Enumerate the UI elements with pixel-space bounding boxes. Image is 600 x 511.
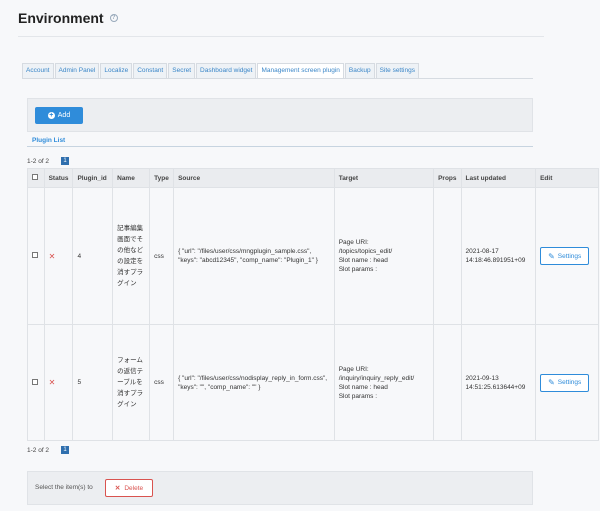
pencil-icon: ✎ [548, 251, 555, 261]
pagination-summary: 1-2 of 2 [27, 157, 50, 165]
tab-constant[interactable]: Constant [133, 63, 168, 78]
select-all-cell [27, 168, 45, 188]
x-icon: ✕ [48, 251, 56, 261]
tabs-divider [22, 78, 533, 79]
col-target[interactable]: Target [333, 168, 435, 188]
pagination-summary: 1-2 of 2 [27, 446, 50, 454]
tab-backup[interactable]: Backup [344, 63, 375, 78]
status-cell: ✕ [43, 324, 74, 441]
tab-account[interactable]: Account [22, 63, 54, 78]
col-source[interactable]: Source [173, 168, 335, 188]
target-slot-params: Slot params : [338, 266, 377, 273]
settings-button[interactable]: ✎ Settings [540, 373, 590, 392]
updated-date: 2021-09-13 [465, 374, 499, 382]
plugin-id-cell: 4 [72, 187, 114, 325]
name-cell: 記事編集画面でその他などの設定を消すプラグイン [112, 187, 151, 325]
col-name[interactable]: Name [112, 168, 151, 188]
page-title: Environment ? [18, 10, 118, 26]
edit-cell: ✎ Settings [535, 187, 599, 325]
x-icon: ✕ [114, 485, 121, 492]
bulk-select-label: Select the item(s) to [35, 484, 93, 491]
row-checkbox[interactable] [32, 252, 38, 258]
pagination-bottom: 1-2 of 2 1 [27, 446, 70, 454]
col-type[interactable]: Type [149, 168, 175, 188]
tab-admin-panel[interactable]: Admin Panel [54, 63, 100, 78]
type-cell: css [149, 324, 175, 441]
help-circle-icon[interactable]: ? [109, 14, 118, 22]
table-row: ✕ 5 フォームの返信テーブルを消すプラグイン css { "url": "/f… [27, 324, 599, 441]
props-cell [433, 187, 462, 325]
col-props[interactable]: Props [433, 168, 462, 188]
plugin-list-heading: Plugin List [27, 133, 533, 147]
settings-button[interactable]: ✎ Settings [540, 247, 590, 265]
tab-dashboard-widget[interactable]: Dashboard widget [196, 63, 257, 78]
target-uri: /topics/topics_edit/ [338, 248, 393, 255]
x-icon: ✕ [48, 378, 56, 387]
row-select-cell [27, 187, 45, 325]
pagination-top: 1-2 of 2 1 [27, 157, 70, 165]
target-slot-name: Slot name : head [338, 383, 388, 391]
plugin-name: フォームの返信テーブルを消すプラグイン [117, 357, 144, 408]
target-uri: /inquiry/inquiry_reply_edit/ [338, 374, 415, 382]
plugin-id-cell: 5 [72, 324, 114, 441]
tab-site-settings[interactable]: Site settings [375, 63, 419, 78]
add-button[interactable]: + Add [35, 107, 83, 124]
tab-localize[interactable]: Localize [100, 63, 133, 78]
plus-circle-icon: + [47, 112, 55, 119]
name-cell: フォームの返信テーブルを消すプラグイン [112, 324, 151, 441]
props-cell [433, 324, 462, 441]
last-updated-cell: 2021-08-17 14:18:46.891951+09 [460, 187, 537, 325]
last-updated-cell: 2021-09-13 14:51:25.613644+09 [460, 324, 537, 441]
bulk-action-panel: Select the item(s) to ✕ Delete [27, 471, 533, 505]
title-divider [18, 36, 544, 37]
target-label: Page URI: [338, 239, 369, 246]
delete-button-label: Delete [124, 484, 144, 492]
tab-management-screen-plugin[interactable]: Management screen plugin [257, 63, 344, 78]
table-header-row: Status Plugin_id Name Type Source Target… [27, 168, 599, 188]
delete-button[interactable]: ✕ Delete [105, 479, 153, 497]
pencil-icon: ✎ [548, 378, 555, 387]
source-cell: { "url": "/files/user/css/mngplugin_samp… [173, 187, 335, 325]
tab-bar: Account Admin Panel Localize Constant Se… [22, 63, 420, 78]
updated-time: 14:18:46.891951+09 [465, 257, 526, 264]
select-all-checkbox[interactable] [32, 174, 38, 180]
tab-secret[interactable]: Secret [168, 63, 196, 78]
row-checkbox[interactable] [32, 378, 38, 385]
plugin-name: 記事編集画面でその他などの設定を消すプラグイン [117, 225, 144, 287]
status-cell: ✕ [43, 187, 74, 325]
table-row: ✕ 4 記事編集画面でその他などの設定を消すプラグイン css { "url":… [27, 187, 599, 325]
target-slot-params: Slot params : [338, 392, 377, 400]
settings-label: Settings [557, 252, 582, 260]
edit-cell: ✎ Settings [535, 324, 599, 441]
add-button-label: Add [57, 112, 71, 119]
updated-date: 2021-08-17 [465, 248, 499, 255]
action-panel: + Add [27, 98, 533, 132]
col-last-updated[interactable]: Last updated [460, 168, 537, 188]
updated-time: 14:51:25.613644+09 [465, 383, 526, 391]
settings-label: Settings [557, 379, 582, 386]
col-status[interactable]: Status [43, 168, 74, 188]
col-edit: Edit [535, 168, 599, 188]
page-title-text: Environment [18, 10, 104, 26]
plugin-table: Status Plugin_id Name Type Source Target… [27, 168, 599, 441]
col-plugin-id[interactable]: Plugin_id [72, 168, 114, 188]
target-slot-name: Slot name : head [338, 257, 388, 264]
source-cell: { "url": "/files/user/css/nodisplay_repl… [173, 324, 335, 441]
target-cell: Page URI: /topics/topics_edit/ Slot name… [333, 187, 435, 325]
row-select-cell [27, 324, 45, 441]
page-button[interactable]: 1 [61, 157, 70, 165]
page-button[interactable]: 1 [61, 446, 70, 454]
target-label: Page URI: [338, 365, 369, 373]
target-cell: Page URI: /inquiry/inquiry_reply_edit/ S… [333, 324, 435, 441]
type-cell: css [149, 187, 175, 325]
